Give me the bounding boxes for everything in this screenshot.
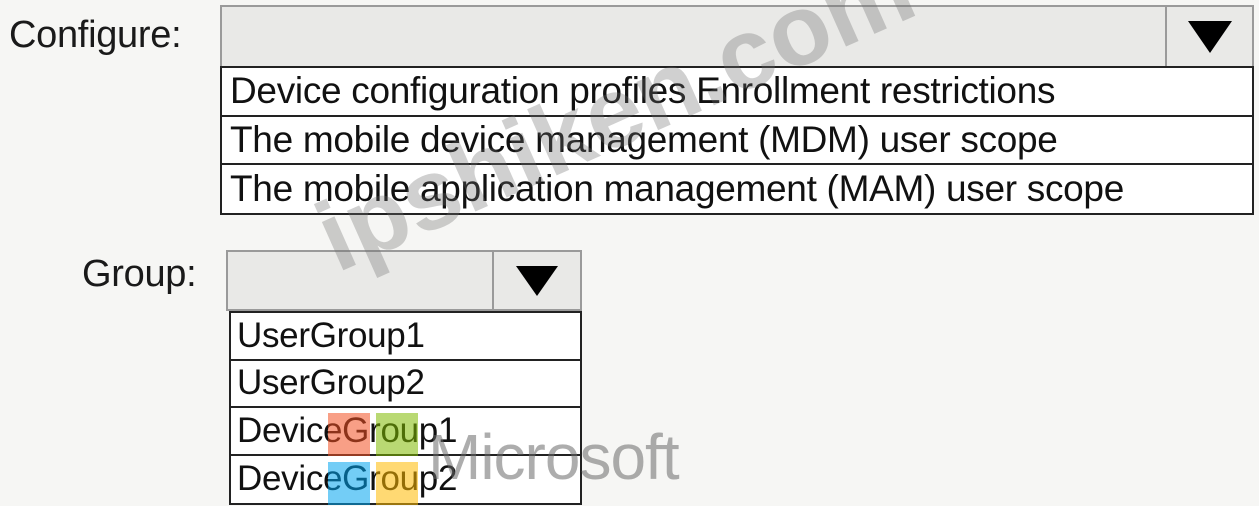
configure-options-list: Device configuration profiles Enrollment…	[220, 66, 1254, 215]
group-option-usergroup1[interactable]: UserGroup1	[231, 313, 580, 361]
triangle-down-icon	[516, 265, 558, 296]
group-options-list: UserGroup1 UserGroup2 DeviceGroup1 Devic…	[229, 311, 582, 505]
configure-option-mam-user-scope[interactable]: The mobile application management (MAM) …	[222, 165, 1252, 214]
group-label: Group:	[82, 253, 197, 295]
configure-dropdown-button[interactable]	[1165, 7, 1252, 66]
configure-option-device-configuration[interactable]: Device configuration profiles Enrollment…	[222, 68, 1252, 117]
group-option-devicegroup1[interactable]: DeviceGroup1	[231, 408, 580, 456]
group-option-devicegroup2[interactable]: DeviceGroup2	[231, 456, 580, 504]
group-dropdown-button[interactable]	[492, 252, 580, 309]
group-option-usergroup2[interactable]: UserGroup2	[231, 361, 580, 408]
configure-dropdown[interactable]	[220, 5, 1254, 68]
configure-option-mdm-user-scope[interactable]: The mobile device management (MDM) user …	[222, 117, 1252, 165]
configure-label: Configure:	[9, 14, 182, 56]
group-dropdown[interactable]	[226, 250, 582, 311]
triangle-down-icon	[1187, 20, 1232, 53]
